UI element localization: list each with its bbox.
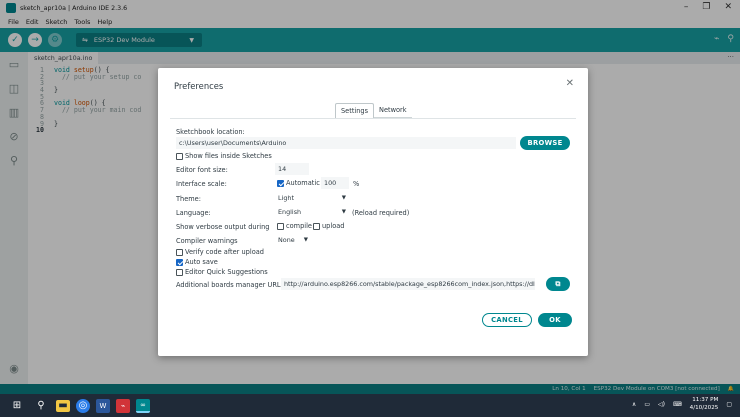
scale-automatic-checkbox[interactable] <box>277 179 284 187</box>
arduino-taskbar-icon[interactable]: ∞ <box>136 398 150 413</box>
verbose-output-label: Show verbose output during <box>176 223 270 231</box>
quick-suggestions-row: Editor Quick Suggestions <box>176 268 268 276</box>
dialog-title: Preferences <box>174 81 224 91</box>
chevron-up-icon[interactable]: ∧ <box>632 401 636 408</box>
verbose-compile-checkbox[interactable] <box>277 222 284 230</box>
chevron-down-icon: ▼ <box>303 236 308 243</box>
scale-auto-row: Automatic <box>277 179 320 187</box>
ok-button[interactable]: OK <box>538 313 572 327</box>
verify-row: Verify code after upload <box>176 248 264 256</box>
language-select[interactable]: English ▼ <box>275 206 349 217</box>
interface-scale-label: Interface scale: <box>176 180 227 188</box>
verbose-upload-row: upload <box>313 222 344 230</box>
boards-url-label: Additional boards manager URLs: <box>176 281 287 289</box>
theme-label: Theme: <box>176 195 201 203</box>
compiler-warnings-select[interactable]: None ▼ <box>275 234 311 245</box>
compiler-warnings-value: None <box>278 235 295 244</box>
show-files-row: Show files inside Sketches <box>176 152 272 160</box>
windows-taskbar: ⊞ ⚲ ▬ ◎ W ⌁ ∞ ∧ ▭ ◁) ⌨ 11:37 PM 4/10/202… <box>0 394 740 417</box>
verbose-upload-checkbox[interactable] <box>313 222 320 230</box>
scale-percent-input[interactable]: 100 <box>321 177 349 189</box>
open-window-icon: ⧉ <box>555 279 561 288</box>
clock[interactable]: 11:37 PM 4/10/2025 <box>690 396 719 412</box>
verify-after-upload-checkbox[interactable] <box>176 248 183 256</box>
sketchbook-label: Sketchbook location: <box>176 128 245 136</box>
search-icon[interactable]: ⚲ <box>32 397 50 415</box>
quick-suggestions-label: Editor Quick Suggestions <box>185 268 268 276</box>
divider <box>170 118 576 119</box>
font-size-label: Editor font size: <box>176 166 228 174</box>
browse-button[interactable]: BROWSE <box>520 136 570 150</box>
chevron-down-icon: ▼ <box>341 194 346 201</box>
theme-value: Light <box>278 193 294 202</box>
verbose-compile-label: compile <box>286 222 312 230</box>
boards-url-input[interactable]: http://arduino.esp8266.com/stable/packag… <box>281 278 535 290</box>
quick-suggestions-checkbox[interactable] <box>176 268 183 276</box>
open-url-list-button[interactable]: ⧉ <box>546 277 570 291</box>
preferences-tabs: Settings Network <box>335 103 412 118</box>
verbose-compile-row: compile <box>277 222 312 230</box>
system-tray: ∧ ▭ ◁) ⌨ 11:37 PM 4/10/2025 ▢ <box>632 396 732 412</box>
sketchbook-location-input[interactable]: c:\Users\user\Documents\Arduino <box>176 137 516 149</box>
volume-icon[interactable]: ◁) <box>658 401 665 408</box>
chrome-icon[interactable]: ◎ <box>76 398 90 413</box>
show-files-checkbox[interactable] <box>176 152 183 160</box>
close-icon[interactable]: ✕ <box>566 78 574 89</box>
auto-save-label: Auto save <box>185 258 218 266</box>
font-size-input[interactable]: 14 <box>275 163 309 175</box>
language-label: Language: <box>176 209 211 217</box>
cancel-button[interactable]: CANCEL <box>482 313 532 327</box>
scale-unit: % <box>353 180 360 188</box>
auto-save-checkbox[interactable] <box>176 258 183 266</box>
autosave-row: Auto save <box>176 258 218 266</box>
show-files-label: Show files inside Sketches <box>185 152 272 160</box>
language-value: English <box>278 207 302 216</box>
windows-start-icon[interactable]: ⊞ <box>8 397 26 415</box>
verify-after-upload-label: Verify code after upload <box>185 248 264 256</box>
tab-settings[interactable]: Settings <box>335 103 375 118</box>
language-reload-note: (Reload required) <box>352 209 410 217</box>
notifications-icon[interactable]: ▢ <box>726 401 732 408</box>
scale-automatic-label: Automatic <box>286 179 320 187</box>
compiler-warnings-label: Compiler warnings <box>176 237 238 245</box>
preferences-dialog: Preferences ✕ Settings Network Sketchboo… <box>158 68 588 356</box>
word-icon[interactable]: W <box>96 398 110 413</box>
keyboard-icon[interactable]: ⌨ <box>673 401 682 408</box>
chevron-down-icon: ▼ <box>341 208 346 215</box>
network-icon[interactable]: ▭ <box>644 401 650 408</box>
clock-time: 11:37 PM <box>692 397 719 403</box>
clock-date: 4/10/2025 <box>689 405 719 411</box>
pdf-icon[interactable]: ⌁ <box>116 398 130 413</box>
file-explorer-icon[interactable]: ▬ <box>56 399 70 412</box>
theme-select[interactable]: Light ▼ <box>275 192 349 203</box>
tab-network[interactable]: Network <box>374 103 412 118</box>
verbose-upload-label: upload <box>322 222 345 230</box>
